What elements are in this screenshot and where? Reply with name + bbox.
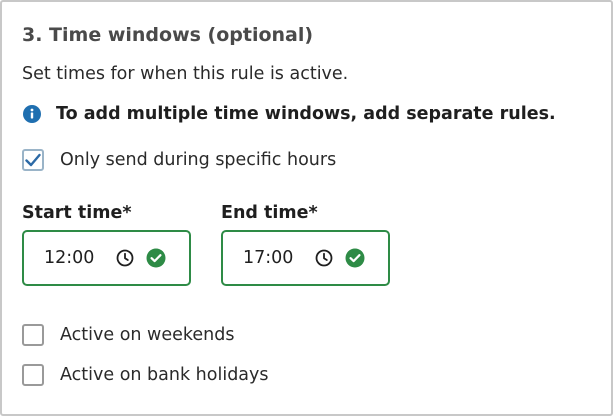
info-text: To add multiple time windows, add separa…	[56, 104, 556, 124]
clock-icon[interactable]	[116, 249, 134, 267]
weekends-label: Active on weekends	[60, 325, 235, 345]
check-circle-icon	[146, 248, 166, 268]
bank-holidays-label: Active on bank holidays	[60, 365, 269, 385]
end-time-value[interactable]: 17:00	[243, 248, 315, 268]
end-time-label: End time*	[221, 203, 318, 223]
section-description: Set times for when this rule is active.	[22, 64, 349, 84]
bank-holidays-checkbox-row[interactable]: Active on bank holidays	[22, 364, 269, 386]
bank-holidays-checkbox[interactable]	[22, 364, 44, 386]
start-time-label: Start time*	[22, 203, 132, 223]
info-notice: To add multiple time windows, add separa…	[22, 102, 556, 126]
clock-icon[interactable]	[315, 249, 333, 267]
start-time-input[interactable]: 12:00	[22, 230, 191, 286]
weekends-checkbox-row[interactable]: Active on weekends	[22, 324, 235, 346]
time-windows-panel: 3. Time windows (optional) Set times for…	[0, 0, 613, 416]
specific-hours-checkbox-row[interactable]: Only send during specific hours	[22, 149, 336, 171]
specific-hours-label: Only send during specific hours	[60, 150, 337, 170]
specific-hours-checkbox[interactable]	[22, 149, 44, 171]
info-icon	[22, 104, 42, 124]
checkmark-icon	[25, 153, 41, 167]
section-title: 3. Time windows (optional)	[22, 24, 314, 46]
check-circle-icon	[345, 248, 365, 268]
end-time-input[interactable]: 17:00	[221, 230, 390, 286]
weekends-checkbox[interactable]	[22, 324, 44, 346]
start-time-value[interactable]: 12:00	[44, 248, 116, 268]
